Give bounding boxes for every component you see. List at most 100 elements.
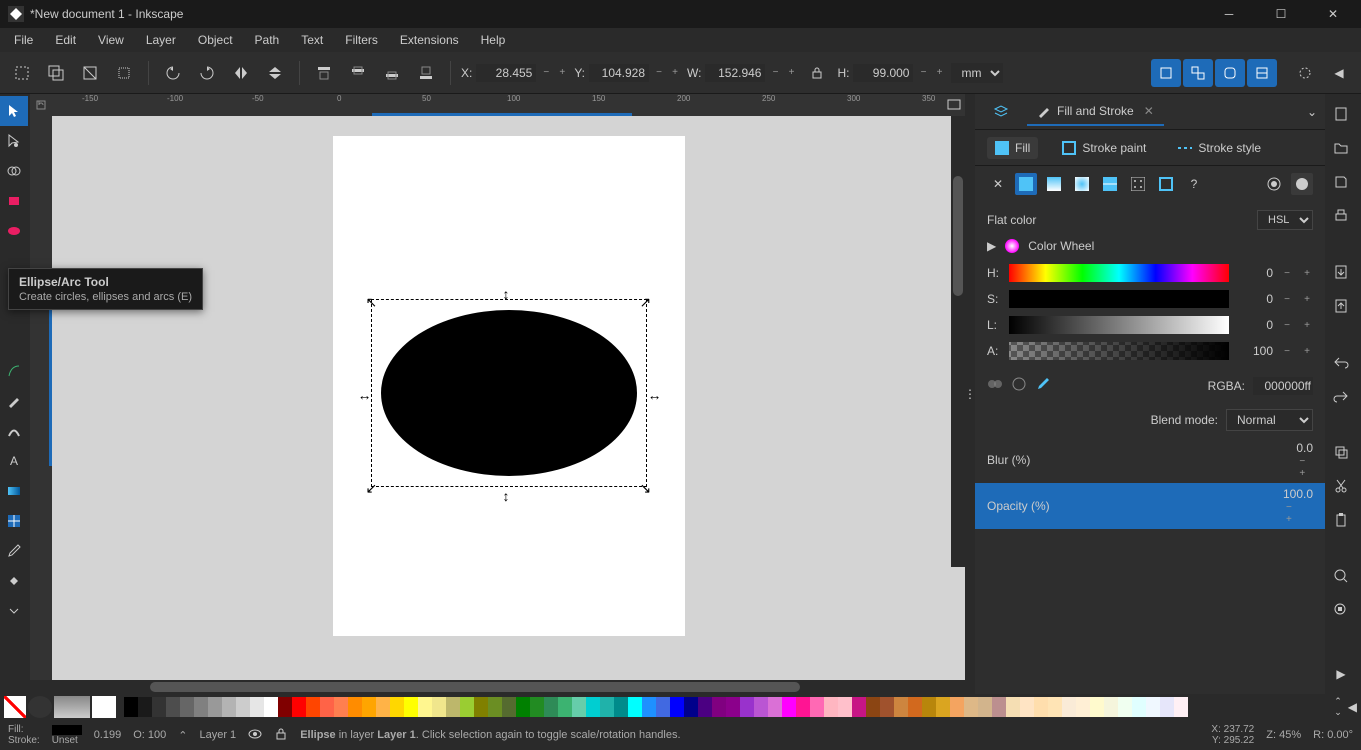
stroke-style-tab[interactable]: Stroke style (1170, 137, 1269, 159)
node-tool[interactable] (0, 126, 28, 156)
menu-edit[interactable]: Edit (45, 31, 86, 49)
palette-swatch[interactable] (1160, 697, 1174, 717)
palette-swatch[interactable] (1034, 697, 1048, 717)
lower-bottom-btn[interactable] (412, 59, 440, 87)
alpha-inc[interactable]: + (1301, 345, 1313, 357)
status-zoom[interactable]: 45% (1279, 729, 1301, 741)
palette-swatch[interactable] (642, 697, 656, 717)
copy-btn[interactable] (1325, 436, 1357, 468)
palette-swatch[interactable] (264, 697, 278, 717)
rotate-cw-btn[interactable] (193, 59, 221, 87)
dock-collapse-btn[interactable]: ⌄ (1307, 105, 1317, 119)
toolbox-expand[interactable] (0, 596, 28, 626)
dropper-tool[interactable] (0, 536, 28, 566)
status-stroke-value[interactable]: Unset (52, 735, 78, 746)
palette-swatch[interactable] (1132, 697, 1146, 717)
palette-swatch[interactable] (1062, 697, 1076, 717)
palette-menu-btn[interactable]: ◀ (1348, 700, 1357, 714)
more-commands-btn[interactable]: ▶ (1325, 658, 1357, 690)
palette-swatch[interactable] (516, 697, 530, 717)
color-managed-icon[interactable] (987, 376, 1003, 395)
rect-tool[interactable] (0, 186, 28, 216)
color-wheel-expand[interactable]: ▶ (987, 239, 996, 253)
blur-dec[interactable]: − (1296, 455, 1308, 467)
lig-inc[interactable]: + (1301, 319, 1313, 331)
status-visibility-btn[interactable] (248, 727, 262, 744)
paint-none-btn[interactable]: ✕ (987, 173, 1009, 195)
palette-swatch[interactable] (824, 697, 838, 717)
palette-swatch[interactable] (866, 697, 880, 717)
maximize-button[interactable]: ☐ (1261, 4, 1301, 24)
opacity-value[interactable]: 100.0 (1283, 487, 1313, 501)
blur-inc[interactable]: + (1296, 467, 1308, 479)
palette-swatch[interactable] (600, 697, 614, 717)
palette-swatch[interactable] (1118, 697, 1132, 717)
pen-tool[interactable] (0, 356, 28, 386)
menu-file[interactable]: File (4, 31, 43, 49)
raise-btn[interactable] (344, 59, 372, 87)
palette-swatch[interactable] (768, 697, 782, 717)
status-rotation[interactable]: 0.00° (1327, 729, 1353, 741)
select-all-btn[interactable] (8, 59, 36, 87)
palette-swatch[interactable] (908, 697, 922, 717)
palette-swatch[interactable] (670, 697, 684, 717)
palette-swatch[interactable] (180, 697, 194, 717)
palette-swatch[interactable] (656, 697, 670, 717)
palette-swatch[interactable] (292, 697, 306, 717)
rotate-ccw-btn[interactable] (159, 59, 187, 87)
h-dec[interactable]: − (917, 67, 929, 79)
x-dec[interactable]: − (540, 67, 552, 79)
zoom-fit-btn[interactable] (1325, 560, 1357, 592)
palette-none[interactable] (4, 696, 26, 718)
palette-swatch[interactable] (1006, 697, 1020, 717)
paint-mesh-btn[interactable] (1099, 173, 1121, 195)
palette-swatch[interactable] (726, 697, 740, 717)
gradient-tool[interactable] (0, 476, 28, 506)
paste-btn[interactable] (1325, 504, 1357, 536)
ruler-corner[interactable] (30, 94, 52, 116)
w-dec[interactable]: − (769, 67, 781, 79)
handle-s[interactable]: ↕ (503, 488, 515, 500)
affect-corners-btn[interactable] (1215, 59, 1245, 87)
palette-swatch[interactable] (362, 697, 376, 717)
paint-flat-btn[interactable] (1015, 173, 1037, 195)
lig-value[interactable]: 0 (1237, 318, 1273, 332)
palette-swatch[interactable] (572, 697, 586, 717)
save-btn[interactable] (1325, 166, 1357, 198)
palette-swatch[interactable] (684, 697, 698, 717)
paint-pattern-btn[interactable] (1127, 173, 1149, 195)
hue-value[interactable]: 0 (1237, 266, 1273, 280)
blur-value[interactable]: 0.0 (1296, 441, 1313, 455)
y-dec[interactable]: − (653, 67, 665, 79)
palette-swatch[interactable] (1048, 697, 1062, 717)
lock-aspect-btn[interactable] (803, 59, 831, 87)
fill-rule-nonzero-btn[interactable] (1291, 173, 1313, 195)
minimize-button[interactable]: ─ (1209, 4, 1249, 24)
color-picker-btn[interactable] (1035, 376, 1051, 395)
palette-swatch[interactable] (124, 697, 138, 717)
x-input[interactable] (476, 64, 536, 82)
handle-n[interactable]: ↕ (503, 286, 515, 298)
paint-unknown-btn[interactable]: ? (1183, 173, 1205, 195)
palette-swatch[interactable] (852, 697, 866, 717)
palette-swatch[interactable] (936, 697, 950, 717)
selector-tool[interactable] (0, 96, 28, 126)
handle-nw[interactable]: ↖ (366, 294, 378, 306)
opacity-dec[interactable]: − (1283, 501, 1295, 513)
alpha-dec[interactable]: − (1281, 345, 1293, 357)
ruler-horizontal[interactable]: -150 -100 -50 0 50 100 150 200 250 300 3… (52, 94, 943, 116)
palette-swatch[interactable] (348, 697, 362, 717)
palette-swatch[interactable] (446, 697, 460, 717)
palette-swatch[interactable] (334, 697, 348, 717)
palette-swatch[interactable] (558, 697, 572, 717)
toggle-selection-box-btn[interactable] (110, 59, 138, 87)
fill-tab[interactable]: Fill (987, 137, 1038, 159)
paint-swatch-btn[interactable] (1155, 173, 1177, 195)
palette-swatch[interactable] (320, 697, 334, 717)
menu-view[interactable]: View (88, 31, 134, 49)
scrollbar-h[interactable] (30, 680, 965, 694)
flip-v-btn[interactable] (261, 59, 289, 87)
menu-path[interactable]: Path (245, 31, 290, 49)
palette-swatch[interactable] (1090, 697, 1104, 717)
palette-swatch[interactable] (740, 697, 754, 717)
